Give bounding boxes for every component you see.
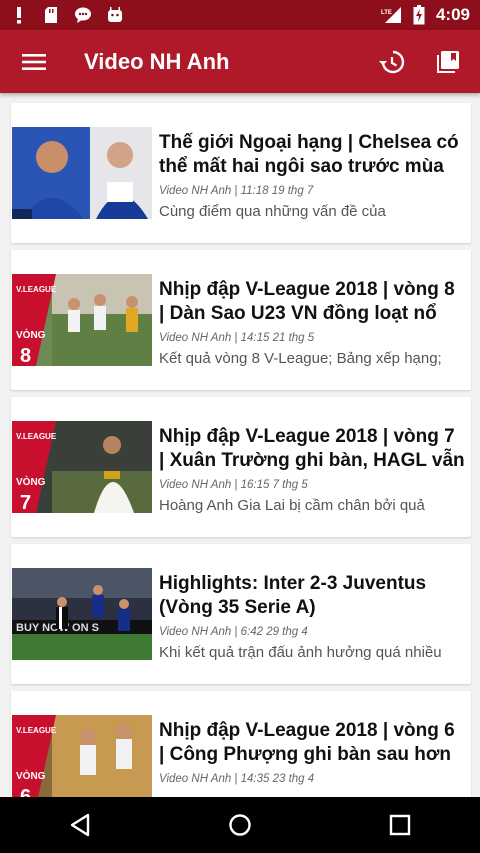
video-card[interactable]: V.LEAGUE VÒNG 7 Nhịp đập V-League 2018 |… (11, 397, 471, 537)
home-icon (229, 814, 251, 836)
video-thumbnail: V.LEAGUE VÒNG 8 (12, 274, 152, 366)
video-card[interactable]: V.LEAGUE VÒNG 6 Nhịp đập V-League 2018 |… (11, 691, 471, 797)
video-thumbnail: V.LEAGUE VÒNG 6 (12, 715, 152, 797)
video-title: Highlights: Inter 2-3 Juventus (Vòng 35 … (159, 573, 427, 618)
video-list[interactable]: Thế giới Ngoại hạng | Chelsea có thể mất… (0, 93, 480, 797)
library-icon (437, 50, 459, 73)
back-icon (70, 813, 90, 837)
badge-brand: V.LEAGUE (16, 285, 57, 294)
recents-icon (389, 814, 411, 836)
video-description: Kết quả vòng 8 V-League; Bảng xếp hạng; (159, 350, 442, 367)
video-meta: Video NH Anh | 14:15 21 thg 5 (159, 332, 315, 344)
badge-number: 8 (20, 345, 31, 366)
video-card[interactable]: Thế giới Ngoại hạng | Chelsea có thể mất… (11, 103, 471, 243)
video-meta: Video NH Anh | 16:15 7 thg 5 (159, 479, 308, 491)
android-icon (106, 6, 124, 24)
video-card[interactable]: BUY NOW ON S Highlights: Inter 2-3 Juven… (11, 544, 471, 684)
badge-round: VÒNG (16, 475, 46, 488)
badge-number: 7 (20, 492, 31, 513)
video-meta: Video NH Anh | 11:18 19 thg 7 (159, 185, 314, 197)
badge-number: 6 (20, 786, 31, 797)
clock: 4:09 (435, 5, 470, 24)
badge-brand: V.LEAGUE (16, 726, 57, 735)
video-title: Nhịp đập V-League 2018 | vòng 6 | Công P… (159, 720, 455, 765)
video-title: Nhịp đập V-League 2018 | vòng 8 | Dàn Sa… (159, 279, 455, 324)
battery-charging-icon (410, 5, 428, 25)
video-meta: Video NH Anh | 14:35 23 thg 4 (159, 773, 315, 785)
video-card[interactable]: V.LEAGUE VÒNG 8 Nhịp đập V-League 2018 |… (11, 250, 471, 390)
sd-card-icon (42, 6, 60, 24)
video-title: Thế giới Ngoại hạng | Chelsea có thể mất… (159, 132, 459, 177)
navigation-bar (0, 797, 480, 853)
badge-round: VÒNG (16, 328, 46, 341)
video-thumbnail: BUY NOW ON S (12, 568, 152, 660)
badge-brand: V.LEAGUE (16, 432, 57, 441)
lte-signal-icon: LTE (380, 6, 402, 24)
library-button[interactable] (420, 30, 476, 93)
app-bar: Video NH Anh (0, 30, 480, 93)
home-button[interactable] (200, 797, 280, 853)
history-button[interactable] (364, 30, 420, 93)
svg-text:LTE: LTE (381, 10, 392, 16)
video-description: Hoàng Anh Gia Lai bị cầm chân bởi quả (159, 497, 425, 514)
badge-round: VÒNG (16, 769, 46, 782)
back-button[interactable] (40, 797, 120, 853)
app-title: Video NH Anh (84, 48, 230, 74)
video-description: Cùng điểm qua những vấn đề của (159, 203, 386, 220)
video-title: Nhịp đập V-League 2018 | vòng 7 | Xuân T… (159, 426, 465, 471)
status-bar: LTE 4:09 (0, 0, 480, 30)
menu-button[interactable] (4, 30, 64, 93)
video-thumbnail: V.LEAGUE VÒNG 7 (12, 421, 152, 513)
history-icon (379, 50, 405, 73)
chat-bubble-icon (74, 6, 92, 24)
video-description: Khi kết quả trận đấu ảnh hưởng quá nhiều (159, 644, 442, 661)
video-meta: Video NH Anh | 6:42 29 thg 4 (159, 626, 308, 638)
hamburger-icon (22, 53, 46, 70)
recents-button[interactable] (360, 797, 440, 853)
alert-icon (10, 6, 28, 24)
video-thumbnail (12, 127, 152, 219)
